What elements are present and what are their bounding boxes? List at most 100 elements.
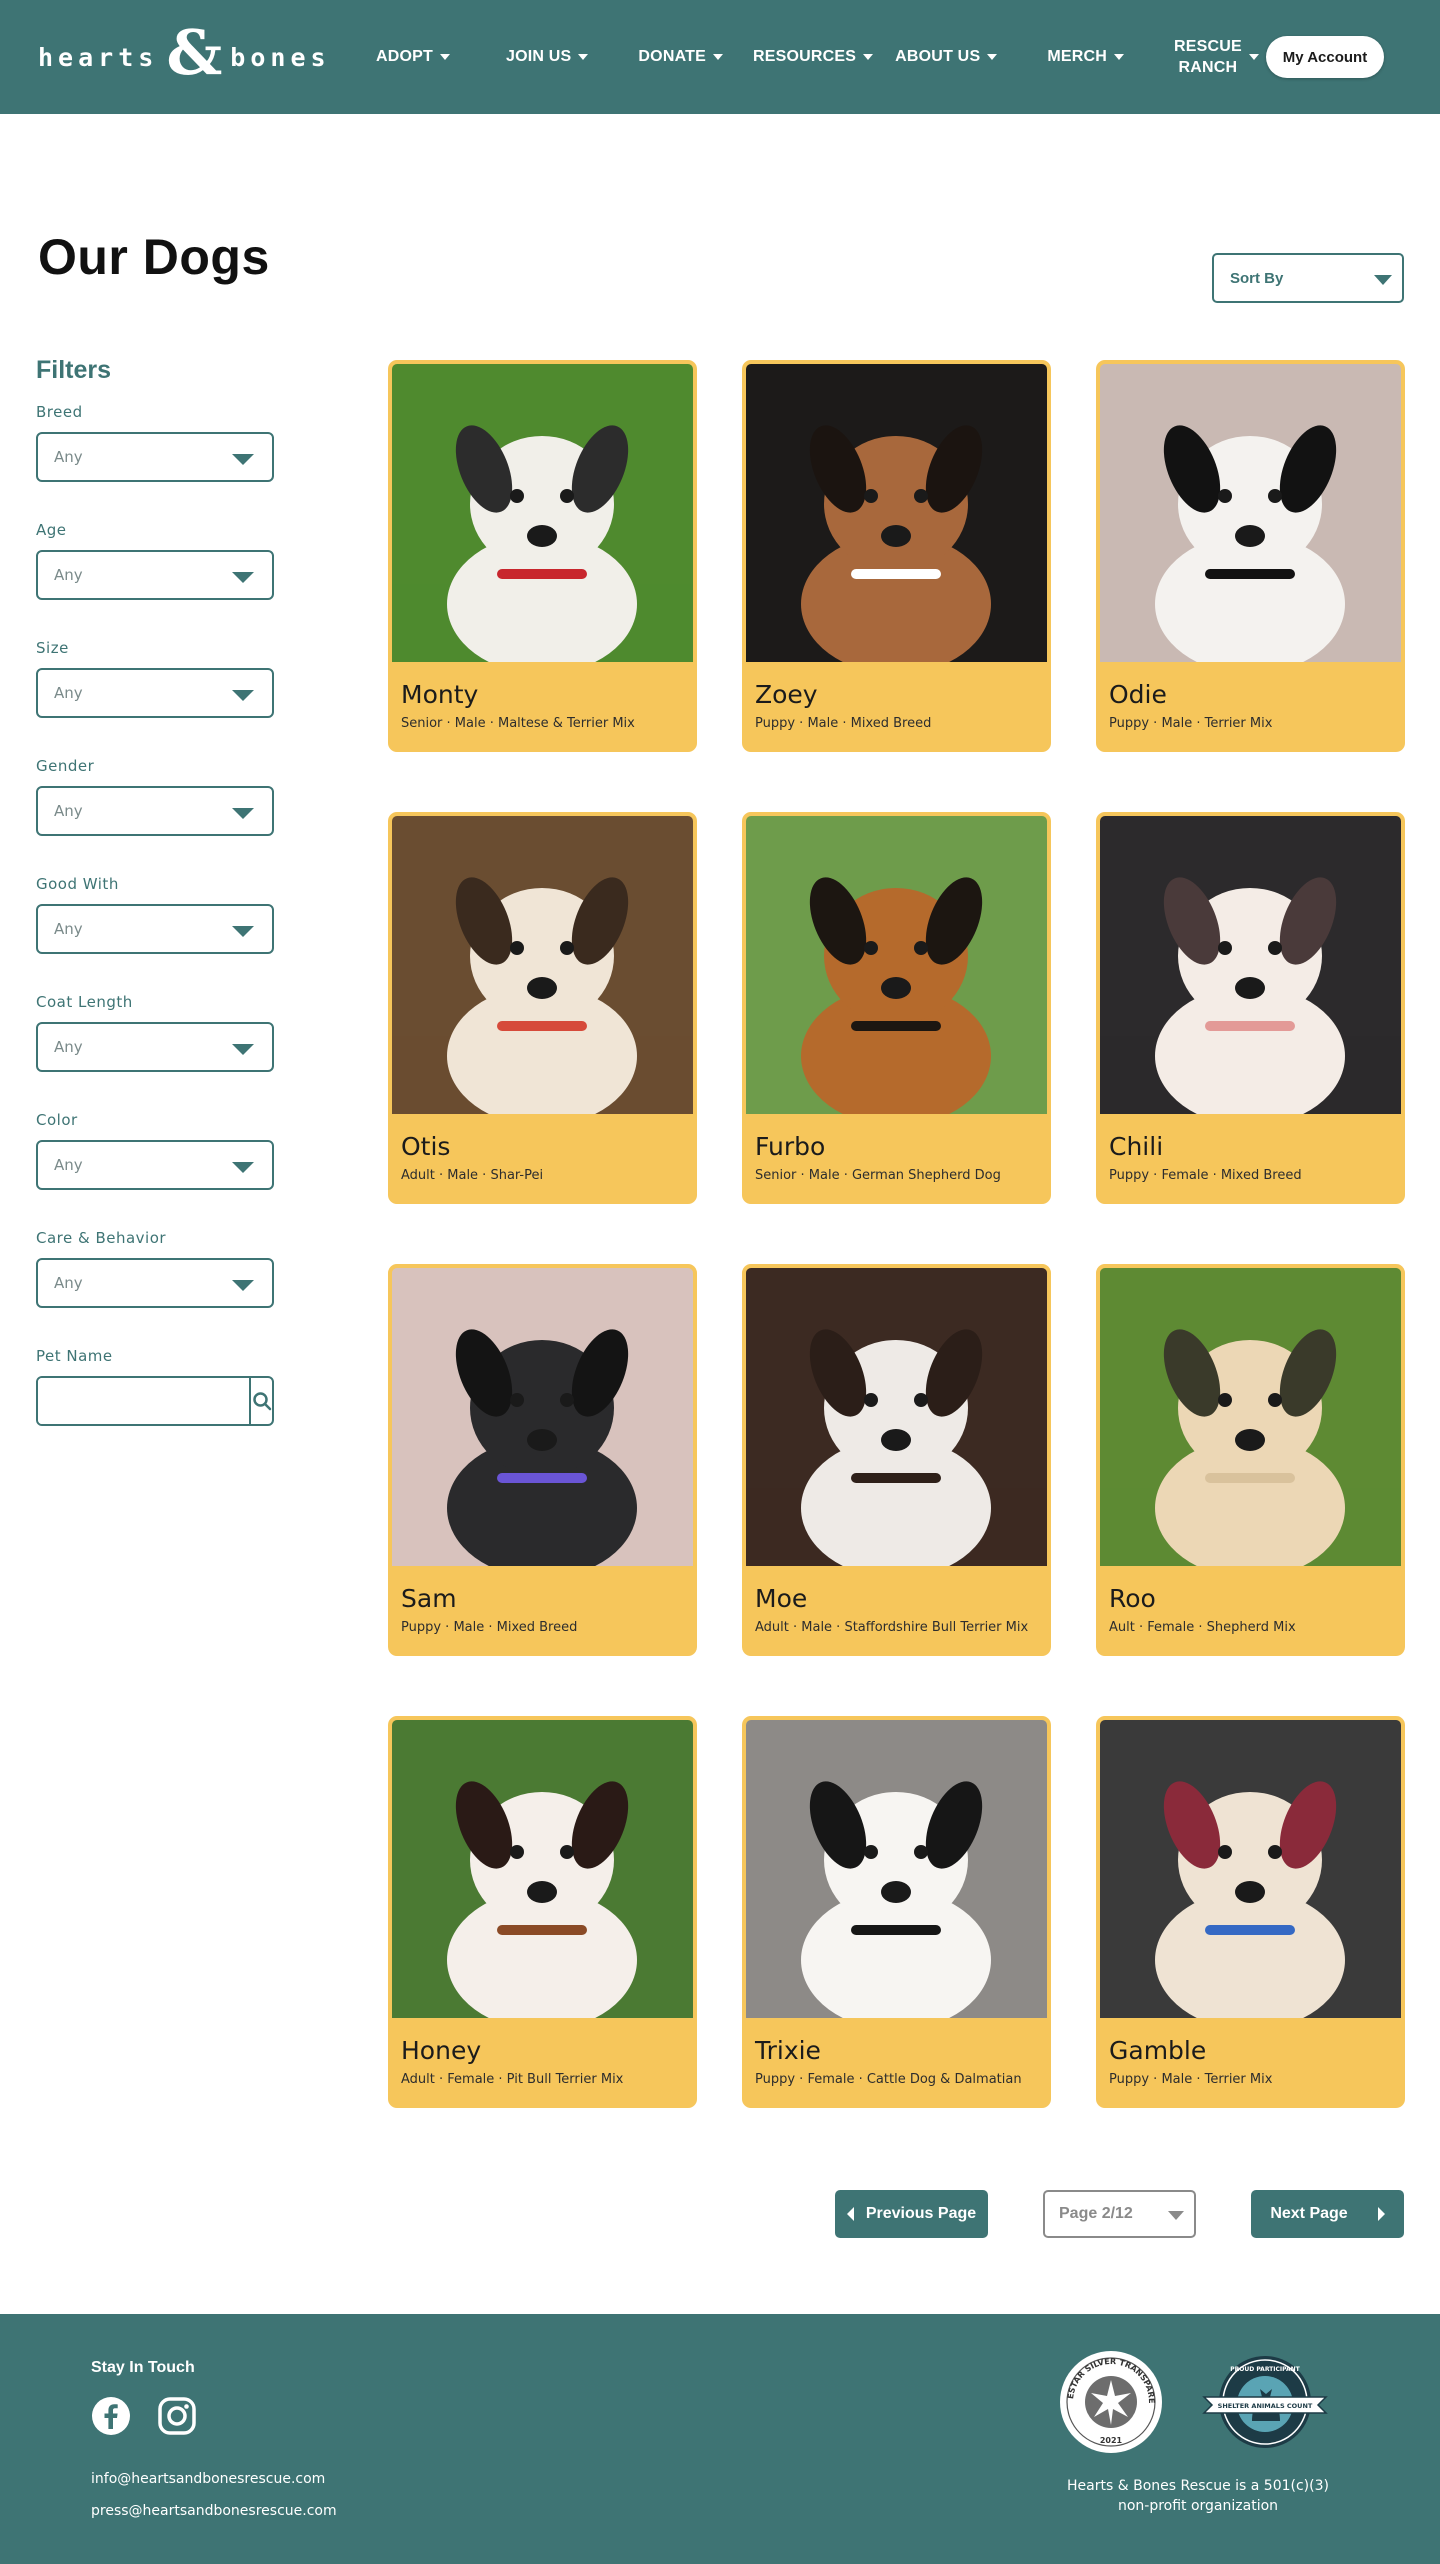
- chevron-down-icon: [1248, 54, 1259, 60]
- filter-size-select[interactable]: Any: [36, 668, 274, 718]
- dog-details: Adult · Male · Staffordshire Bull Terrie…: [755, 1620, 1029, 1635]
- dog-name: Odie: [1109, 680, 1167, 709]
- sort-by-label: Sort By: [1230, 269, 1284, 287]
- dog-card[interactable]: Gamble Puppy · Male · Terrier Mix: [1096, 1716, 1405, 2108]
- filter-good-with-select[interactable]: Any: [36, 904, 274, 954]
- dog-details: Adult · Female · Pit Bull Terrier Mix: [401, 2072, 624, 2087]
- filter-color: Color Any: [36, 1111, 276, 1229]
- dog-name: Zoey: [755, 680, 818, 709]
- dog-photo: [1100, 1720, 1401, 2018]
- nav-rescue-ranch[interactable]: RESCUE RANCH: [1174, 36, 1259, 78]
- pagination: Previous Page Page 2/12 Next Page: [0, 2190, 1440, 2238]
- search-button[interactable]: [249, 1378, 272, 1424]
- logo-ampersand: &: [166, 16, 223, 89]
- previous-page-label: Previous Page: [865, 2205, 977, 2222]
- nav-about-us[interactable]: ABOUT US: [895, 48, 998, 66]
- contact-emails: info@heartsandbonesrescue.com press@hear…: [91, 2463, 337, 2527]
- dog-details: Puppy · Male · Terrier Mix: [1109, 716, 1273, 731]
- filter-select-value: Any: [54, 1038, 83, 1056]
- dog-card[interactable]: Chili Puppy · Female · Mixed Breed: [1096, 812, 1405, 1204]
- filter-care-behavior: Care & Behavior Any: [36, 1229, 276, 1347]
- chevron-down-icon: [440, 54, 450, 60]
- nav-donate[interactable]: DONATE: [638, 48, 723, 66]
- dog-photo: [392, 1268, 693, 1566]
- nav-about-us-label: ABOUT US: [895, 48, 981, 65]
- dog-card[interactable]: Furbo Senior · Male · German Shepherd Dog: [742, 812, 1051, 1204]
- page-select[interactable]: Page 2/12: [1043, 2190, 1196, 2238]
- dog-photo: [392, 364, 693, 662]
- dog-photo: [392, 1720, 693, 2018]
- dog-photo: [746, 1720, 1047, 2018]
- dog-card[interactable]: Monty Senior · Male · Maltese & Terrier M…: [388, 360, 697, 752]
- dog-card[interactable]: Odie Puppy · Male · Terrier Mix: [1096, 360, 1405, 752]
- next-page-button[interactable]: Next Page: [1251, 2190, 1404, 2238]
- chevron-down-icon: [232, 572, 254, 583]
- dog-photo: [1100, 364, 1401, 662]
- dog-details: Senior · Male · German Shepherd Dog: [755, 1168, 1001, 1183]
- page-title: Our Dogs: [38, 229, 270, 285]
- filters-heading: Filters: [36, 356, 112, 384]
- facebook-icon[interactable]: [91, 2396, 131, 2436]
- nav-merch[interactable]: MERCH: [1047, 48, 1124, 66]
- filter-color-select[interactable]: Any: [36, 1140, 274, 1190]
- dog-details: Puppy · Male · Terrier Mix: [1109, 2072, 1273, 2087]
- nav-resources[interactable]: RESOURCES: [753, 48, 874, 66]
- dog-photo-frame: [746, 1268, 1047, 1566]
- my-account-button[interactable]: My Account: [1266, 36, 1384, 78]
- dog-name: Gamble: [1109, 2036, 1207, 2065]
- sort-by-select[interactable]: Sort By: [1212, 253, 1404, 303]
- dog-photo-frame: [1100, 816, 1401, 1114]
- shelter-animals-count-badge: SHELTER ANIMALS COUNT PROUD PARTICIPANT: [1202, 2356, 1328, 2448]
- dog-card[interactable]: Trixie Puppy · Female · Cattle Dog & Dalm…: [742, 1716, 1051, 2108]
- dog-card[interactable]: Moe Adult · Male · Staffordshire Bull Ter…: [742, 1264, 1051, 1656]
- dog-name: Moe: [755, 1584, 808, 1613]
- dog-photo-frame: [1100, 364, 1401, 662]
- filter-care-behavior-select[interactable]: Any: [36, 1258, 274, 1308]
- email-press-link[interactable]: press@heartsandbonesrescue.com: [91, 2495, 337, 2527]
- chevron-down-icon: [987, 54, 998, 60]
- dog-photo-frame: [392, 1268, 693, 1566]
- dog-photo: [746, 816, 1047, 1114]
- next-page-label: Next Page: [1270, 2205, 1348, 2222]
- dog-card[interactable]: Sam Puppy · Male · Mixed Breed: [388, 1264, 697, 1656]
- site-logo[interactable]: hearts & bones: [38, 22, 328, 84]
- page-select-value: Page 2/12: [1059, 2205, 1133, 2222]
- filter-select-value: Any: [54, 1274, 83, 1292]
- chevron-down-icon: [232, 1280, 254, 1291]
- dog-name: Honey: [401, 2036, 482, 2065]
- chevron-down-icon: [232, 1044, 254, 1055]
- email-info-link[interactable]: info@heartsandbonesrescue.com: [91, 2463, 337, 2495]
- filter-coat-length-select[interactable]: Any: [36, 1022, 274, 1072]
- chevron-down-icon: [232, 926, 254, 937]
- filter-label: Color: [36, 1111, 78, 1129]
- dog-card[interactable]: Roo Ault · Female · Shepherd Mix: [1096, 1264, 1405, 1656]
- dog-card[interactable]: Zoey Puppy · Male · Mixed Breed: [742, 360, 1051, 752]
- filter-gender-select[interactable]: Any: [36, 786, 274, 836]
- dog-card[interactable]: Otis Adult · Male · Shar-Pei: [388, 812, 697, 1204]
- filter-breed-select[interactable]: Any: [36, 432, 274, 482]
- filter-coat-length: Coat Length Any: [36, 993, 276, 1111]
- nav-join-us[interactable]: JOIN US: [506, 48, 589, 66]
- filter-age-select[interactable]: Any: [36, 550, 274, 600]
- chevron-down-icon: [578, 54, 589, 60]
- dog-grid: Monty Senior · Male · Maltese & Terrier M…: [388, 360, 1405, 2108]
- nav-adopt[interactable]: ADOPT: [376, 48, 450, 66]
- chevron-down-icon: [232, 808, 254, 819]
- social-links: [91, 2396, 197, 2436]
- dog-photo-frame: [746, 364, 1047, 662]
- dog-photo-frame: [746, 1720, 1047, 2018]
- previous-page-button[interactable]: Previous Page: [835, 2190, 988, 2238]
- dog-photo-frame: [392, 816, 693, 1114]
- dog-name: Monty: [401, 680, 479, 709]
- filter-size: Size Any: [36, 639, 276, 757]
- filter-age: Age Any: [36, 521, 276, 639]
- guidestar-badge-year: 2021: [1100, 2436, 1123, 2445]
- pet-name-input[interactable]: [38, 1378, 249, 1424]
- filter-gender: Gender Any: [36, 757, 276, 875]
- instagram-icon[interactable]: [157, 2396, 197, 2436]
- nav-merch-label: MERCH: [1047, 48, 1107, 65]
- dog-card[interactable]: Honey Adult · Female · Pit Bull Terrier M…: [388, 1716, 697, 2108]
- filter-pet-name: Pet Name: [36, 1347, 276, 1465]
- filter-select-value: Any: [54, 1156, 83, 1174]
- dog-photo: [746, 1268, 1047, 1566]
